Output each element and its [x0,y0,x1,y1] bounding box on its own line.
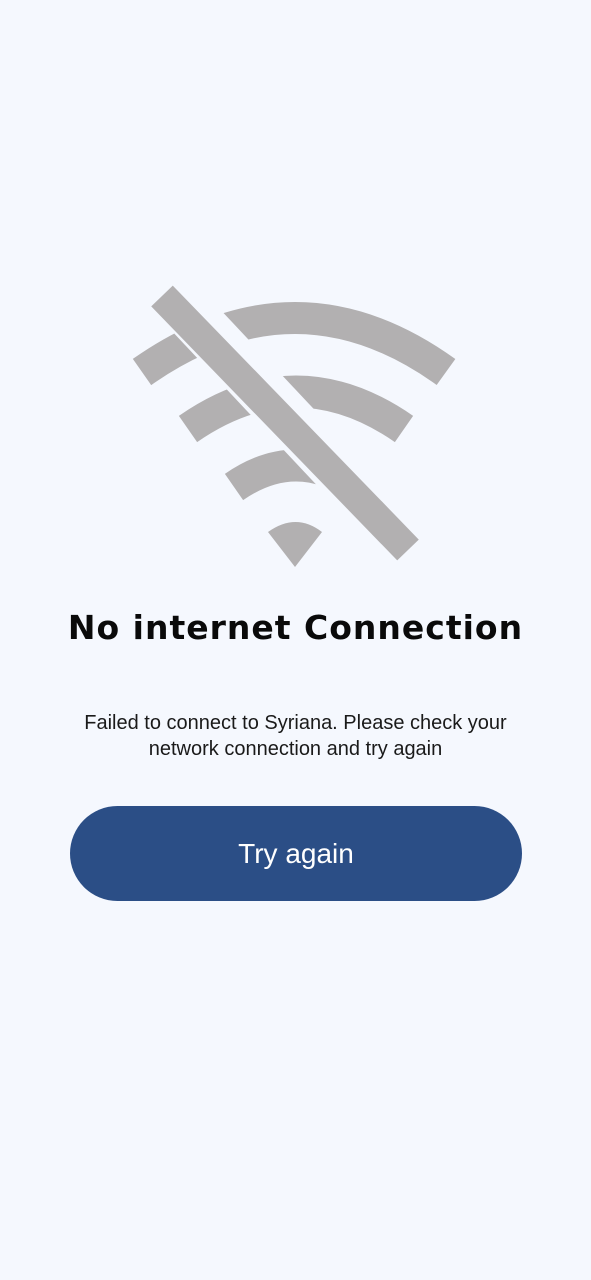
try-again-label: Try again [238,837,354,869]
page-title: No internet Connection [67,608,524,647]
wifi-off-icon [132,284,456,568]
error-message: Failed to connect to Syriana. Please che… [84,712,507,760]
try-again-button[interactable]: Try again [70,806,522,901]
